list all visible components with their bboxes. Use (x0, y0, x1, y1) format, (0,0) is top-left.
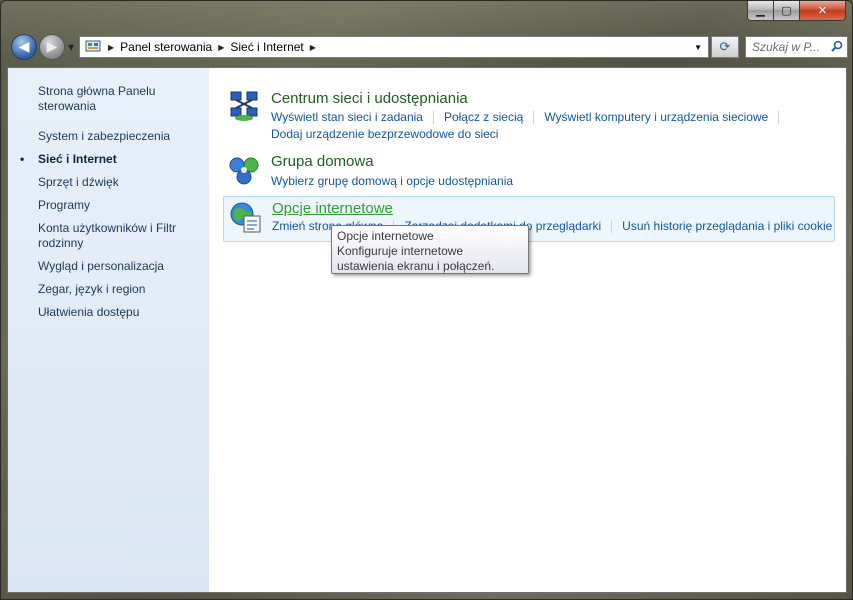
search-box[interactable] (745, 36, 848, 58)
task-link[interactable]: Usuń historię przeglądania i pliki cooki… (622, 218, 832, 235)
task-link[interactable]: Wybierz grupę domową i opcje udostępnian… (271, 173, 513, 190)
link-divider (778, 111, 780, 124)
sidebar-item-label: Programy (38, 198, 91, 212)
network-center-icon[interactable] (227, 88, 263, 124)
sidebar: Strona główna Panelu sterowania System i… (8, 68, 209, 592)
category-title[interactable]: Opcje internetowe (272, 200, 393, 217)
maximize-button[interactable]: ▢ (774, 1, 800, 21)
active-bullet-icon: • (20, 152, 25, 166)
address-bar[interactable]: ▶ Panel sterowania ▶ Sieć i Internet ▶ ▼ (79, 36, 709, 58)
breadcrumb-separator-icon[interactable]: ▶ (218, 43, 224, 52)
sidebar-item-clock-region[interactable]: Zegar, język i region (38, 282, 201, 297)
category-internet-options: Opcje internetowe Zmień stronę główną Za… (223, 196, 835, 242)
minimize-button[interactable]: ▁ (747, 1, 774, 21)
content-area: Strona główna Panelu sterowania System i… (7, 67, 847, 593)
sidebar-home-link[interactable]: Strona główna Panelu sterowania (38, 84, 201, 114)
control-panel-icon (84, 40, 102, 54)
category-title[interactable]: Grupa domowa (271, 153, 374, 170)
sidebar-item-network[interactable]: • Sieć i Internet (20, 152, 201, 167)
sidebar-item-hardware[interactable]: Sprzęt i dźwięk (38, 175, 201, 190)
category-network-center: Centrum sieci i udostępniania Wyświetl s… (223, 86, 835, 146)
task-link[interactable]: Wyświetl komputery i urządzenia sieciowe (544, 109, 768, 126)
back-arrow-icon: ◀ (18, 39, 30, 55)
sidebar-item-programs[interactable]: Programy (38, 198, 201, 213)
window-controls: ▁ ▢ ✕ (747, 1, 846, 21)
forward-button[interactable]: ▶ (39, 34, 65, 60)
breadcrumb-separator-icon[interactable]: ▶ (108, 43, 114, 52)
internet-options-icon[interactable] (228, 200, 264, 236)
control-panel-window: ▁ ▢ ✕ ◀ ▶ ▼ ▶ Panel sterowania ▶ Sieć i … (0, 0, 853, 600)
recent-pages-dropdown-icon[interactable]: ▼ (68, 43, 74, 52)
back-button[interactable]: ◀ (11, 34, 37, 60)
tooltip-body: Konfiguruje internetowe ustawienia ekran… (337, 244, 495, 273)
close-button[interactable]: ✕ (800, 1, 846, 21)
search-input[interactable] (752, 40, 828, 54)
sidebar-item-label: Ułatwienia dostępu (38, 305, 140, 319)
homegroup-icon[interactable] (227, 153, 263, 189)
sidebar-item-user-accounts[interactable]: Konta użytkowników i Filtr rodzinny (38, 221, 201, 251)
category-links: Wyświetl stan sieci i zadania Połącz z s… (271, 109, 789, 143)
forward-arrow-icon: ▶ (46, 39, 58, 55)
breadcrumb-panel-sterowania[interactable]: Panel sterowania (120, 40, 212, 54)
category-homegroup: Grupa domowa Wybierz grupę domową i opcj… (223, 152, 835, 192)
task-link[interactable]: Wyświetl stan sieci i zadania (271, 109, 423, 126)
sidebar-item-accessibility[interactable]: Ułatwienia dostępu (38, 305, 201, 320)
task-link[interactable]: Dodaj urządzenie bezprzewodowe do sieci (271, 126, 498, 143)
sidebar-item-label: System i zabezpieczenia (38, 129, 171, 143)
refresh-icon: ⟳ (719, 39, 731, 55)
tooltip-title: Opcje internetowe (337, 229, 434, 243)
sidebar-item-label: Zegar, język i region (38, 282, 146, 296)
link-divider (533, 111, 535, 124)
sidebar-item-label: Konta użytkowników i Filtr rodzinny (38, 221, 177, 250)
refresh-button[interactable]: ⟳ (711, 36, 739, 58)
task-link[interactable]: Połącz z siecią (444, 109, 523, 126)
navigation-bar: ◀ ▶ ▼ ▶ Panel sterowania ▶ Sieć i Intern… (7, 31, 848, 63)
category-title[interactable]: Centrum sieci i udostępniania (271, 90, 468, 107)
tooltip: Opcje internetowe Konfiguruje internetow… (331, 225, 529, 274)
breadcrumb-siec-i-internet[interactable]: Sieć i Internet (230, 40, 303, 54)
sidebar-item-label: Sieć i Internet (38, 152, 117, 166)
sidebar-item-appearance[interactable]: Wygląd i personalizacja (38, 259, 201, 274)
sidebar-item-label: Wygląd i personalizacja (38, 259, 164, 273)
link-divider (611, 220, 613, 233)
search-icon[interactable] (831, 40, 843, 55)
sidebar-item-system[interactable]: System i zabezpieczenia (38, 129, 201, 144)
main-panel: Centrum sieci i udostępniania Wyświetl s… (209, 68, 846, 592)
sidebar-item-label: Sprzęt i dźwięk (38, 175, 119, 189)
address-dropdown-icon[interactable]: ▼ (694, 43, 702, 52)
category-links: Wybierz grupę domową i opcje udostępnian… (271, 173, 513, 190)
breadcrumb-separator-icon[interactable]: ▶ (310, 43, 316, 52)
link-divider (432, 111, 434, 124)
